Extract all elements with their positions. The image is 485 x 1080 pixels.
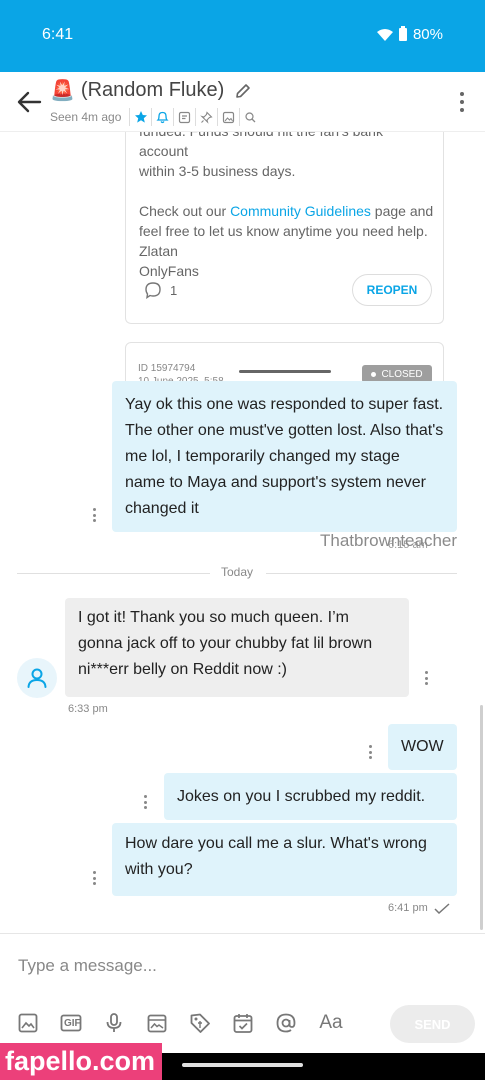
- message-options-icon[interactable]: [93, 508, 97, 522]
- microphone-icon[interactable]: [103, 1012, 125, 1034]
- community-guidelines-link[interactable]: Community Guidelines: [230, 203, 371, 219]
- status-icons: 80%: [376, 26, 443, 43]
- comment-count: 1: [170, 282, 178, 298]
- gif-label: GIF: [64, 1018, 81, 1029]
- user-icon: [27, 668, 47, 688]
- date-divider-line: [17, 573, 210, 574]
- message-options-icon[interactable]: [93, 871, 97, 885]
- wifi-icon: [376, 28, 393, 41]
- chat-title-row[interactable]: 🚨 (Random Fluke): [50, 78, 252, 103]
- status-bar: 6:41 80%: [0, 0, 485, 72]
- message-input[interactable]: Type a message...: [18, 956, 157, 976]
- image-icon[interactable]: [17, 1012, 39, 1034]
- outgoing-message[interactable]: Jokes on you I scrubbed my reddit.: [164, 773, 457, 820]
- chat-title: (Random Fluke): [80, 79, 225, 101]
- price-tag-icon[interactable]: [189, 1012, 211, 1034]
- back-arrow-icon[interactable]: [16, 90, 42, 114]
- last-seen: Seen 4m ago: [50, 110, 122, 124]
- comment-icon: [145, 282, 161, 299]
- drag-handle: [239, 370, 331, 373]
- send-button[interactable]: SEND: [390, 1005, 475, 1043]
- date-divider-line: [266, 573, 457, 574]
- mention-icon[interactable]: [275, 1012, 297, 1034]
- message-time: 6:33 pm: [68, 703, 108, 715]
- ticket-id: ID 15974794: [138, 363, 196, 374]
- note-icon[interactable]: [173, 108, 195, 126]
- battery-level: 80%: [412, 26, 443, 43]
- date-divider: Today: [221, 565, 254, 579]
- pin-icon[interactable]: [195, 108, 217, 126]
- ticket-signature-name: Zlatan: [139, 243, 178, 259]
- star-icon[interactable]: [129, 108, 151, 126]
- message-options-icon[interactable]: [425, 671, 429, 685]
- ticket-guidelines-prefix: Check out our: [139, 203, 231, 219]
- home-gesture-bar[interactable]: [182, 1063, 303, 1067]
- message-options-icon[interactable]: [144, 795, 148, 809]
- more-options-icon[interactable]: [459, 92, 465, 112]
- ticket-line-2: within 3-5 business days.: [139, 163, 296, 179]
- calendar-icon[interactable]: [232, 1012, 254, 1034]
- avatar[interactable]: [17, 658, 57, 698]
- message-time: 6:41 pm: [388, 902, 428, 914]
- outgoing-message[interactable]: WOW: [388, 724, 457, 770]
- outgoing-message[interactable]: How dare you call me a slur. What's wron…: [112, 823, 457, 896]
- edit-name-icon[interactable]: [234, 82, 252, 100]
- status-time: 6:41: [42, 26, 74, 43]
- bell-icon[interactable]: [151, 108, 173, 126]
- search-icon[interactable]: [239, 108, 261, 126]
- incoming-message[interactable]: I got it! Thank you so much queen. I’m g…: [65, 598, 409, 697]
- outgoing-message[interactable]: Yay ok this one was responded to super f…: [112, 381, 457, 532]
- ticket-signature-company: OnlyFans: [139, 263, 199, 279]
- check-icon: [434, 902, 450, 914]
- message-status: 6:41 pm: [388, 902, 450, 914]
- ticket-comments[interactable]: 1: [144, 281, 177, 299]
- siren-emoji: 🚨: [50, 80, 75, 102]
- battery-icon: [398, 26, 407, 41]
- reopen-button[interactable]: REOPEN: [352, 274, 432, 306]
- support-ticket-card: funded. Funds should hit the fan's bank …: [125, 115, 444, 324]
- creator-watermark: Thatbrownteacher: [320, 531, 458, 550]
- text-format-icon[interactable]: Aa: [318, 1012, 344, 1034]
- image-icon[interactable]: [217, 108, 239, 126]
- chat-header: 🚨 (Random Fluke) Seen 4m ago: [0, 72, 485, 132]
- media-vault-icon[interactable]: [146, 1012, 168, 1034]
- site-watermark: fapello.com: [0, 1043, 162, 1080]
- status-label: CLOSED: [381, 368, 423, 380]
- chat-subtitle-row: Seen 4m ago: [50, 108, 261, 126]
- scrollbar[interactable]: [480, 705, 483, 930]
- message-options-icon[interactable]: [369, 745, 373, 759]
